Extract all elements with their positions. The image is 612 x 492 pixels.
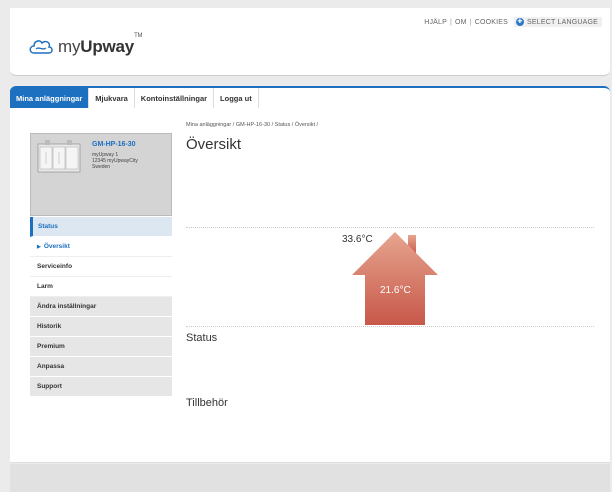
sidebar-item-overview[interactable]: ▶ Översikt [30, 237, 172, 257]
link-separator: | [469, 18, 472, 26]
sidebar-item-history[interactable]: Historik [30, 317, 172, 337]
sidebar-item-customize[interactable]: Anpassa [30, 357, 172, 377]
sidebar: Status ▶ Översikt Serviceinfo Larm Ändra … [30, 217, 172, 397]
header: HJÄLP | OM | COOKIES ✚ SELECT LANGUAGE m… [10, 8, 610, 76]
cookies-link[interactable]: COOKIES [475, 19, 508, 26]
nav-my-systems[interactable]: Mina anläggningar [10, 88, 90, 108]
help-link[interactable]: HJÄLP [424, 19, 447, 26]
footer [10, 464, 610, 492]
outdoor-temperature: 33.6°C [342, 234, 373, 245]
nav-logout[interactable]: Logga ut [214, 88, 259, 108]
sidebar-item-serviceinfo[interactable]: Serviceinfo [30, 257, 172, 277]
device-card: GM-HP-16-30 myUpway 1 12345 myUpwayCity … [30, 133, 172, 216]
nav-software[interactable]: Mjukvara [89, 88, 135, 108]
divider [186, 227, 594, 228]
breadcrumb[interactable]: Mina anläggningar / GM-HP-16-30 / Status… [186, 122, 318, 128]
sidebar-item-change-settings[interactable]: Ändra inställningar [30, 297, 172, 317]
about-link[interactable]: OM [455, 19, 467, 26]
main-nav: Mina anläggningar Mjukvara Kontoinställn… [10, 86, 610, 108]
sidebar-item-label: Översikt [43, 243, 70, 250]
sidebar-item-status[interactable]: Status [30, 217, 172, 237]
logo[interactable]: myUpwayTM [28, 33, 143, 57]
link-separator: | [450, 18, 453, 26]
sidebar-item-alarm[interactable]: Larm [30, 277, 172, 297]
nav-account-settings[interactable]: Kontoinställningar [135, 88, 215, 108]
device-address-line: Sweden [92, 164, 111, 170]
sidebar-item-label: Support [37, 383, 62, 390]
accessories-section-title: Tillbehör [186, 397, 228, 409]
sidebar-item-label: Serviceinfo [37, 263, 73, 270]
globe-icon: ✚ [516, 18, 525, 26]
select-language-label: SELECT LANGUAGE [527, 18, 598, 26]
sidebar-item-label: Anpassa [37, 363, 65, 370]
sidebar-item-label: Status [38, 223, 58, 230]
indoor-temperature: 21.6°C [380, 285, 411, 296]
top-links: HJÄLP | OM | COOKIES ✚ SELECT LANGUAGE [424, 17, 602, 27]
sidebar-item-label: Larm [37, 283, 53, 290]
sidebar-item-premium[interactable]: Premium [30, 337, 172, 357]
heat-pump-image [37, 140, 81, 173]
divider [186, 326, 594, 327]
sidebar-item-label: Historik [37, 323, 62, 330]
logo-text: myUpwayTM [58, 33, 143, 56]
device-name: GM-HP-16-30 [92, 141, 136, 148]
sidebar-item-label: Premium [37, 343, 65, 350]
status-section-title: Status [186, 332, 218, 344]
sidebar-item-support[interactable]: Support [30, 377, 172, 397]
cloud-logo-icon [29, 40, 53, 54]
arrow-right-icon: ▶ [37, 243, 41, 250]
page-title: Översikt [186, 136, 242, 153]
select-language-button[interactable]: ✚ SELECT LANGUAGE [514, 17, 602, 27]
sidebar-item-label: Ändra inställningar [37, 303, 97, 310]
